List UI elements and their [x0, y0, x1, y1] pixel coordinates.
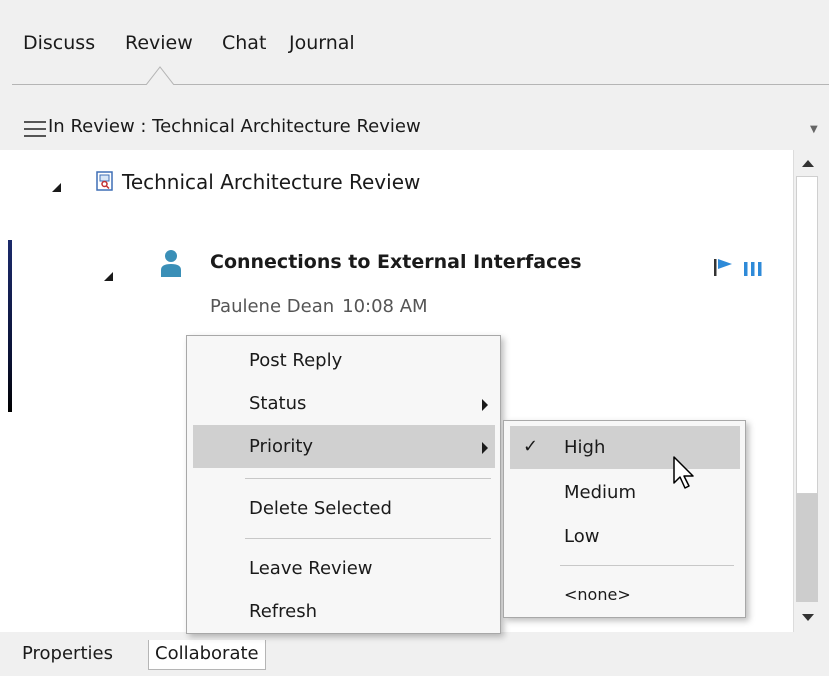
tab-chat[interactable]: Chat: [222, 32, 266, 54]
tab-discuss[interactable]: Discuss: [23, 32, 95, 54]
hamburger-menu-icon[interactable]: [24, 121, 46, 137]
discussion-title[interactable]: Connections to External Interfaces: [210, 251, 582, 273]
scroll-thumb[interactable]: [796, 176, 818, 494]
flag-icon[interactable]: [712, 258, 736, 276]
status-submenu-arrow-icon: [482, 399, 488, 411]
menu-item-post-reply[interactable]: Post Reply: [249, 350, 342, 371]
tab-divider: [12, 84, 829, 85]
scroll-track[interactable]: [796, 494, 818, 602]
active-tab-indicator: [146, 66, 174, 85]
menu-item-leave-review[interactable]: Leave Review: [249, 558, 373, 579]
mouse-pointer-icon: [673, 456, 694, 489]
person-icon: [161, 250, 181, 277]
priority-high[interactable]: High: [564, 437, 605, 458]
checkmark-icon: ✓: [523, 436, 539, 457]
menu-item-refresh[interactable]: Refresh: [249, 601, 317, 622]
selection-strip: [8, 240, 12, 412]
dropdown-caret-icon[interactable]: ▼: [810, 124, 818, 135]
menu-separator: [245, 478, 491, 479]
discussion-expander-icon[interactable]: [104, 272, 113, 281]
scroll-up-arrow-icon[interactable]: [799, 153, 817, 175]
tab-review[interactable]: Review: [125, 32, 193, 54]
submenu-highlight: [510, 426, 740, 469]
menu-separator: [245, 538, 491, 539]
menu-item-status[interactable]: Status: [249, 393, 306, 414]
top-tab-bar: Discuss Review Chat Journal: [0, 0, 829, 86]
current-review-title: In Review : Technical Architecture Revie…: [48, 116, 421, 137]
tab-collaborate[interactable]: Collaborate: [148, 640, 266, 670]
discussion-time: 10:08 AM: [342, 296, 428, 317]
priority-low[interactable]: Low: [564, 526, 599, 547]
review-node-label[interactable]: Technical Architecture Review: [122, 170, 420, 194]
tab-properties[interactable]: Properties: [16, 640, 119, 670]
priority-submenu-arrow-icon: [482, 442, 488, 454]
priority-none[interactable]: <none>: [564, 585, 631, 604]
priority-medium[interactable]: Medium: [564, 482, 636, 503]
menu-separator: [560, 565, 734, 566]
menu-item-delete-selected[interactable]: Delete Selected: [249, 498, 392, 519]
discussion-meta: Paulene Dean 10:08 AM: [210, 296, 428, 317]
priority-bars-icon[interactable]: [744, 262, 762, 276]
collaborate-window: Discuss Review Chat Journal In Review : …: [0, 0, 829, 676]
context-menu: Post Reply Status Priority Delete Select…: [186, 335, 501, 634]
menu-highlight: [193, 425, 495, 468]
review-node-expander-icon[interactable]: [52, 183, 61, 192]
discussion-author: Paulene Dean: [210, 296, 335, 317]
priority-submenu: ✓ High Medium Low <none>: [503, 420, 746, 618]
menu-item-priority[interactable]: Priority: [249, 436, 313, 457]
tab-journal[interactable]: Journal: [289, 32, 355, 54]
review-document-icon: [96, 171, 113, 191]
bottom-tab-bar: [0, 632, 829, 676]
scroll-down-arrow-icon[interactable]: [799, 606, 817, 628]
